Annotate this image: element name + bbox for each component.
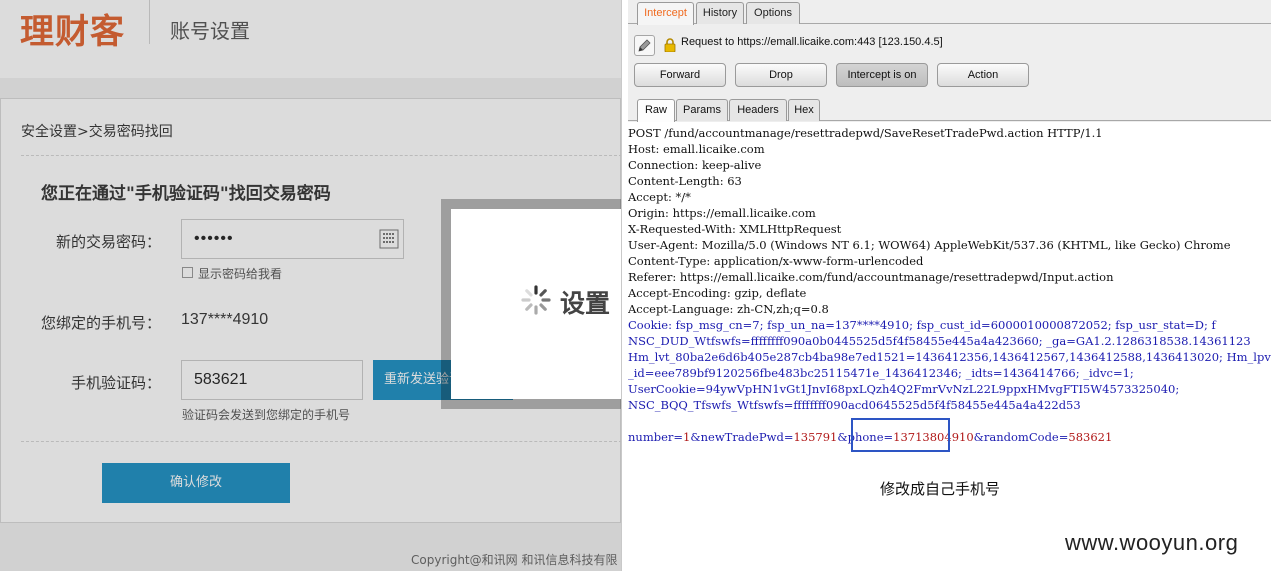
- param-name: number: [628, 430, 674, 444]
- annotation-text: 修改成自己手机号: [880, 480, 1001, 498]
- request-target: Request to https://emall.licaike.com:443…: [681, 36, 943, 48]
- cookie-line: NSC_BQQ_Tfswfs_Wtfswfs=ffffffff090acd064…: [628, 398, 1081, 412]
- header-line: X-Requested-With: XMLHttpRequest: [628, 222, 842, 236]
- header-line: Connection: keep-alive: [628, 158, 762, 172]
- phone-highlight-box: [851, 418, 950, 452]
- header-line: Accept-Language: zh-CN,zh;q=0.8: [628, 302, 829, 316]
- header-line: Content-Length: 63: [628, 174, 742, 188]
- intercept-toggle-button[interactable]: Intercept is on: [836, 63, 928, 87]
- header-line: Referer: https://emall.licaike.com/fund/…: [628, 270, 1114, 284]
- cookie-line: NSC_DUD_Wtfswfs=ffffffff090a0b0445525d5f…: [628, 334, 1251, 348]
- tab-history[interactable]: History: [696, 2, 744, 24]
- header-line: User-Agent: Mozilla/5.0 (Windows NT 6.1;…: [628, 238, 1231, 252]
- tab-headers[interactable]: Headers: [729, 99, 787, 121]
- param-value: 135791: [793, 430, 838, 444]
- watermark: www.wooyun.org: [1065, 530, 1239, 555]
- header-line: Accept: */*: [628, 190, 691, 204]
- burp-proxy-panel: Intercept History Options Request to htt…: [628, 0, 1271, 571]
- modal-title: 设置: [560, 289, 611, 318]
- raw-request-editor[interactable]: POST /fund/accountmanage/resettradepwd/S…: [628, 122, 1271, 571]
- header-line: Origin: https://emall.licaike.com: [628, 206, 816, 220]
- cookie-line: UserCookie=94ywVpHN1vGt1JnvI68pxLQzh4Q2F…: [628, 382, 1180, 396]
- tab-raw[interactable]: Raw: [637, 99, 675, 122]
- tab-options[interactable]: Options: [746, 2, 800, 24]
- loading-spinner-icon: [521, 285, 551, 315]
- panel-gap: [621, 0, 628, 571]
- header-line: Accept-Encoding: gzip, deflate: [628, 286, 807, 300]
- header-line: Content-Type: application/x-www-form-url…: [628, 254, 924, 268]
- param-name: newTradePwd: [700, 430, 784, 444]
- cookie-line: Hm_lvt_80ba2e6d6b405e287cb4ba98e7ed1521=…: [628, 350, 1271, 364]
- param-value: 583621: [1068, 430, 1113, 444]
- param-name: randomCode: [983, 430, 1059, 444]
- param-value: 1: [683, 430, 691, 444]
- proxy-tab-bar: Intercept History Options: [628, 0, 1271, 25]
- edit-pencil-button[interactable]: [634, 35, 655, 56]
- request-line: POST /fund/accountmanage/resettradepwd/S…: [628, 126, 1103, 140]
- tab-params[interactable]: Params: [676, 99, 728, 121]
- drop-button[interactable]: Drop: [735, 63, 827, 87]
- website-panel: 理财客 账号设置 安全设置>交易密码找回 您正在通过"手机验证码"找回交易密码 …: [0, 0, 621, 571]
- tab-hex[interactable]: Hex: [788, 99, 820, 121]
- pencil-icon: [638, 39, 651, 52]
- forward-button[interactable]: Forward: [634, 63, 726, 87]
- action-button[interactable]: Action: [937, 63, 1029, 87]
- cookie-line: _id=eee789bf9120256fbe483bc25115471e_143…: [628, 366, 1134, 380]
- tab-intercept[interactable]: Intercept: [637, 2, 694, 25]
- lock-icon: [664, 38, 676, 52]
- header-line: Host: emall.licaike.com: [628, 142, 765, 156]
- message-view-tabs: Raw Params Headers Hex: [628, 97, 1271, 122]
- cookie-line: Cookie: fsp_msg_cn=7; fsp_un_na=137****4…: [628, 318, 1216, 332]
